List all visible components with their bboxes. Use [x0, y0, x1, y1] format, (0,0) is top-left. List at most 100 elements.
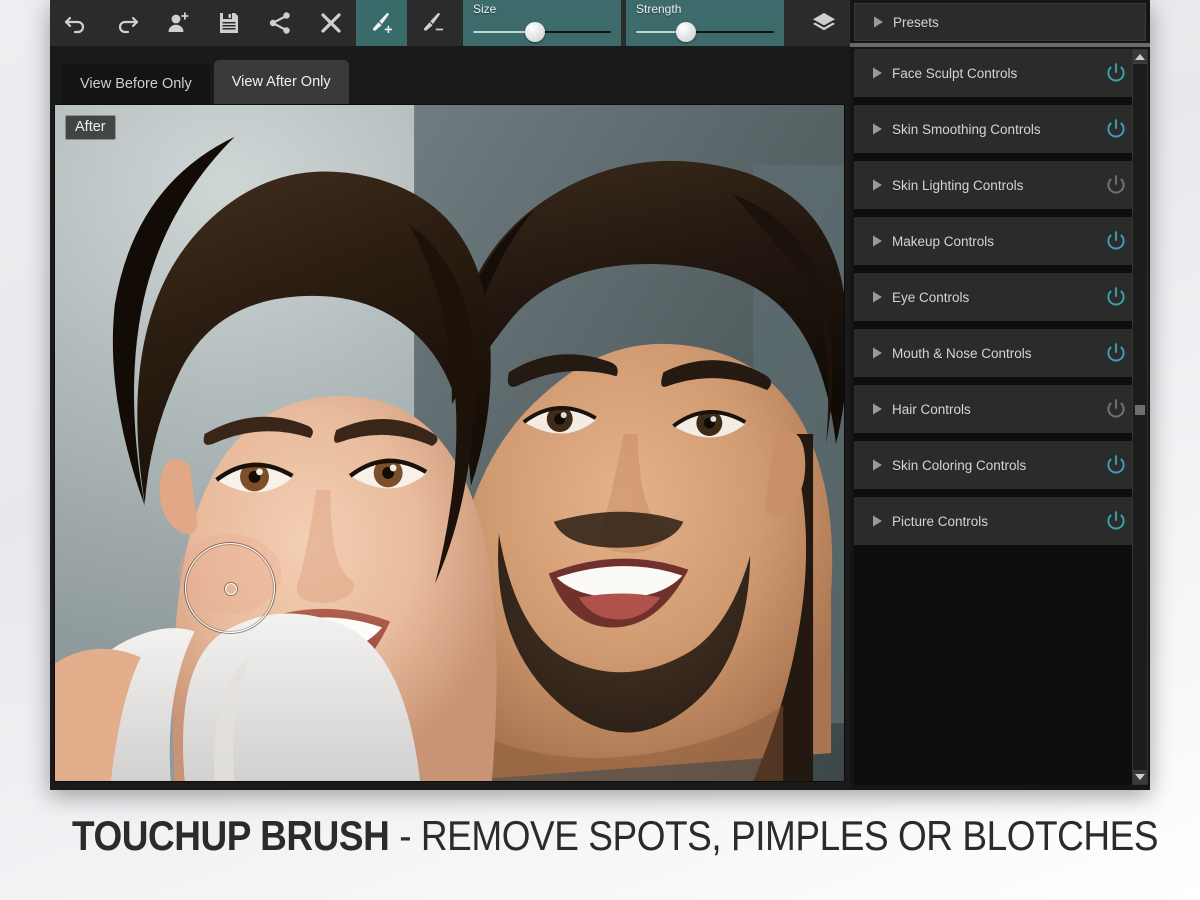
control-power-toggle[interactable] — [1096, 342, 1136, 364]
share-button[interactable] — [254, 0, 305, 46]
layers-icon — [813, 13, 835, 31]
triangle-right-icon — [873, 123, 882, 135]
control-expand-arrow[interactable] — [862, 234, 892, 248]
controls-list: Face Sculpt Controls Skin Smoothing Contr… — [854, 49, 1142, 785]
right-panel: Presets Face Sculpt Controls Skin Smoothi… — [850, 0, 1150, 790]
control-row[interactable]: Hair Controls — [854, 385, 1142, 433]
power-icon — [1107, 455, 1125, 474]
control-label: Hair Controls — [892, 401, 971, 417]
size-slider-label: Size — [473, 2, 497, 16]
triangle-right-icon — [873, 403, 882, 415]
triangle-right-icon — [873, 179, 882, 191]
image-canvas[interactable]: After — [54, 104, 845, 782]
power-icon — [1107, 63, 1125, 82]
power-icon — [1107, 119, 1125, 138]
triangle-right-icon — [873, 67, 882, 79]
control-power-toggle[interactable] — [1096, 118, 1136, 140]
strength-slider-label: Strength — [636, 2, 682, 16]
control-expand-arrow[interactable] — [862, 514, 892, 528]
power-icon — [1107, 287, 1125, 306]
power-icon — [1107, 343, 1125, 362]
save-button[interactable] — [203, 0, 254, 46]
control-label: Eye Controls — [892, 289, 970, 305]
power-icon — [1107, 511, 1125, 530]
control-row[interactable]: Face Sculpt Controls — [854, 49, 1142, 97]
control-label: Face Sculpt Controls — [892, 65, 1018, 81]
tab-view-before-only[interactable]: View Before Only — [62, 64, 210, 104]
triangle-right-icon — [874, 16, 883, 28]
control-row[interactable]: Eye Controls — [854, 273, 1142, 321]
control-row[interactable]: Skin Smoothing Controls — [854, 105, 1142, 153]
tab-view-after-only-label: View After Only — [231, 74, 331, 90]
control-expand-arrow[interactable] — [862, 402, 892, 416]
control-row[interactable]: Skin Coloring Controls — [854, 441, 1142, 489]
add-person-button[interactable] — [152, 0, 203, 46]
caption-light: - REMOVE SPOTS, PIMPLES OR BLOTCHES — [389, 812, 1159, 859]
control-power-toggle[interactable] — [1096, 398, 1136, 420]
strength-slider-knob[interactable] — [675, 22, 696, 42]
strength-slider-group[interactable]: Strength — [626, 0, 784, 46]
control-label: Skin Smoothing Controls — [892, 121, 1041, 137]
brush-remove-icon — [423, 12, 443, 31]
layers-button[interactable] — [798, 0, 850, 46]
triangle-right-icon — [873, 515, 882, 527]
triangle-right-icon — [873, 235, 882, 247]
control-row[interactable]: Makeup Controls — [854, 217, 1142, 265]
tab-view-before-only-label: View Before Only — [80, 76, 192, 92]
control-label: Makeup Controls — [892, 233, 995, 249]
control-power-toggle[interactable] — [1096, 230, 1136, 252]
presets-header[interactable]: Presets — [854, 3, 1146, 41]
triangle-right-icon — [873, 347, 882, 359]
brush-remove-button[interactable] — [407, 0, 458, 46]
power-icon — [1107, 231, 1125, 250]
control-power-toggle[interactable] — [1096, 286, 1136, 308]
redo-icon — [118, 16, 138, 34]
control-power-toggle[interactable] — [1096, 62, 1136, 84]
size-slider-track-wrap[interactable] — [473, 18, 611, 46]
control-expand-arrow[interactable] — [862, 122, 892, 136]
power-icon — [1107, 175, 1125, 194]
control-expand-arrow[interactable] — [862, 178, 892, 192]
close-button[interactable] — [305, 0, 356, 46]
chevron-down-icon — [1135, 774, 1145, 780]
control-row[interactable]: Mouth & Nose Controls — [854, 329, 1142, 377]
control-expand-arrow[interactable] — [862, 66, 892, 80]
panel-scrollbar[interactable] — [1132, 49, 1148, 785]
control-power-toggle[interactable] — [1096, 454, 1136, 476]
redo-button[interactable] — [101, 0, 152, 46]
scroll-down-button[interactable] — [1133, 770, 1147, 784]
after-badge: After — [65, 115, 116, 140]
brush-add-button[interactable] — [356, 0, 407, 46]
view-tabbar: View Before Only View After Only — [50, 60, 850, 104]
scroll-up-button[interactable] — [1133, 50, 1147, 64]
triangle-right-icon — [873, 459, 882, 471]
control-power-toggle[interactable] — [1096, 510, 1136, 532]
control-power-toggle[interactable] — [1096, 174, 1136, 196]
tab-view-after-only[interactable]: View After Only — [213, 60, 349, 104]
control-expand-arrow[interactable] — [862, 290, 892, 304]
size-slider-group[interactable]: Size — [463, 0, 621, 46]
control-label: Picture Controls — [892, 513, 989, 529]
control-row[interactable]: Skin Lighting Controls — [854, 161, 1142, 209]
caption: TOUCHUP BRUSH - REMOVE SPOTS, PIMPLES OR… — [72, 812, 1159, 860]
brush-add-icon — [372, 12, 392, 33]
control-label: Skin Lighting Controls — [892, 177, 1024, 193]
undo-button[interactable] — [50, 0, 101, 46]
control-label: Mouth & Nose Controls — [892, 345, 1032, 361]
presets-label: Presets — [893, 14, 939, 30]
toolbar: Size Strength — [50, 0, 850, 46]
size-slider-knob[interactable] — [525, 22, 546, 42]
undo-icon — [64, 16, 84, 34]
scrollbar-thumb[interactable] — [1135, 405, 1145, 415]
control-row[interactable]: Picture Controls — [854, 497, 1142, 545]
brush-cursor[interactable] — [185, 543, 275, 633]
strength-slider-track-wrap[interactable] — [636, 18, 774, 46]
power-icon — [1107, 399, 1125, 418]
control-expand-arrow[interactable] — [862, 458, 892, 472]
control-expand-arrow[interactable] — [862, 346, 892, 360]
chevron-up-icon — [1135, 54, 1145, 60]
portrait-photo — [55, 105, 844, 781]
triangle-right-icon — [873, 291, 882, 303]
presets-expand-arrow[interactable] — [863, 15, 893, 29]
control-label: Skin Coloring Controls — [892, 457, 1027, 473]
